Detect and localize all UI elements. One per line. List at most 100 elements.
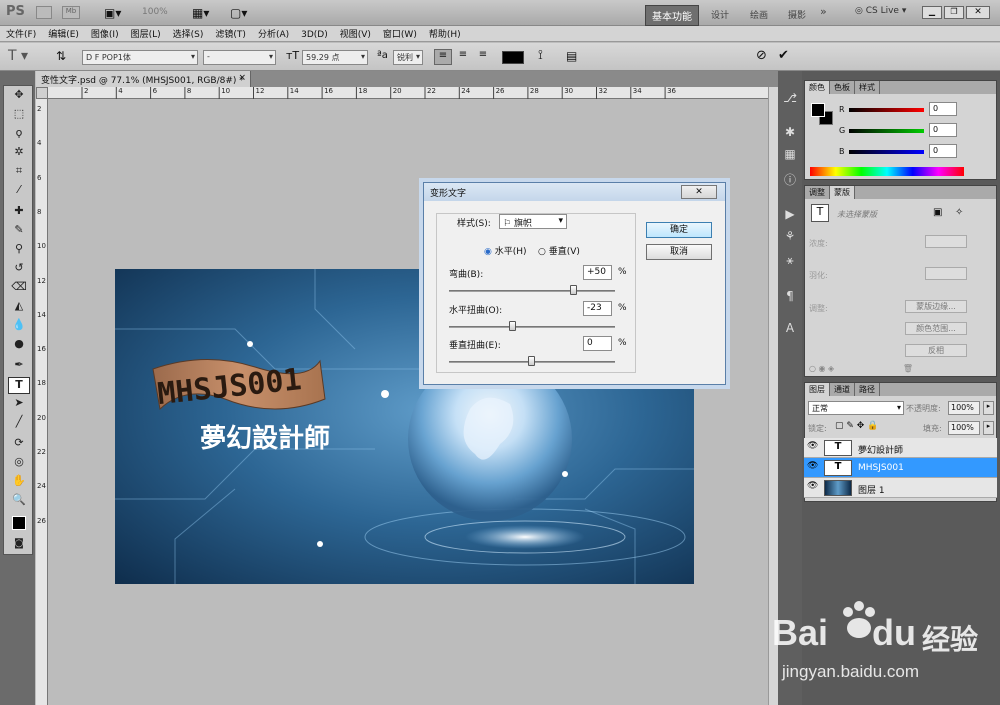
menu-layer[interactable]: 图层(L)	[125, 26, 167, 41]
quick-mask-icon[interactable]: ◙	[8, 538, 30, 555]
antialias-select[interactable]: 锐利 ▾	[393, 50, 423, 65]
vector-mask-icon[interactable]: ✧	[955, 207, 963, 218]
path-select-icon[interactable]: ➤	[8, 396, 30, 413]
info-icon[interactable]: ⓘ	[781, 171, 799, 189]
opacity-input[interactable]: 100%	[948, 401, 980, 415]
bridge-icon[interactable]	[36, 6, 52, 19]
hdist-input[interactable]: -23	[583, 301, 612, 316]
tab-swatches[interactable]: 色板	[830, 81, 855, 94]
opacity-arrow-icon[interactable]: ▸	[983, 401, 994, 415]
horizontal-radio[interactable]: ◉ 水平(H)	[484, 244, 527, 257]
marquee-tool-icon[interactable]: ⬚	[8, 107, 30, 124]
mini-bridge-icon[interactable]: Mb	[62, 6, 80, 19]
type-tool-icon[interactable]: T	[8, 377, 30, 394]
clone-source-icon[interactable]: ⚹	[781, 253, 799, 271]
bend-input[interactable]: +50	[583, 265, 612, 280]
brush-tool-icon[interactable]: ✎	[8, 223, 30, 240]
color-range-button[interactable]: 颜色范围...	[905, 322, 967, 335]
align-center-icon[interactable]: ≡	[454, 49, 472, 65]
menu-3d[interactable]: 3D(D)	[295, 29, 334, 41]
vdist-slider-thumb[interactable]	[528, 356, 535, 366]
eraser-icon[interactable]: ⌫	[8, 280, 30, 297]
fg-color-swatch[interactable]	[811, 103, 825, 117]
cancel-button[interactable]: 取消	[646, 244, 712, 260]
align-right-icon[interactable]: ≡	[474, 49, 492, 65]
menu-image[interactable]: 图像(I)	[85, 26, 125, 41]
3d-rotate-icon[interactable]: ⟳	[8, 436, 30, 453]
zoom-level[interactable]: 100%	[142, 7, 168, 17]
menu-file[interactable]: 文件(F)	[0, 26, 42, 41]
tab-adjustments[interactable]: 调整	[805, 186, 830, 199]
vdist-input[interactable]: 0	[583, 336, 612, 351]
paint-bucket-icon[interactable]: ◭	[8, 299, 30, 316]
feather-input[interactable]	[925, 267, 967, 280]
minimize-icon[interactable]: ▁	[922, 6, 942, 19]
foreground-color-swatch[interactable]	[12, 516, 26, 530]
document-tab[interactable]: 变性文字.psd @ 77.1% (MHSJS001, RGB/8#) * ×	[36, 71, 251, 87]
bend-track[interactable]	[449, 290, 615, 292]
lasso-tool-icon[interactable]: ϙ	[8, 126, 30, 143]
brushes-icon[interactable]: ⚘	[781, 229, 799, 247]
tab-color[interactable]: 颜色	[805, 81, 830, 94]
close-icon[interactable]: ✕	[966, 6, 990, 19]
b-slider[interactable]	[849, 150, 924, 154]
text-color-swatch[interactable]	[502, 51, 524, 64]
invert-button[interactable]: 反相	[905, 344, 967, 357]
eye-icon[interactable]: 👁	[807, 481, 821, 495]
mask-edge-button[interactable]: 蒙版边缘...	[905, 300, 967, 313]
ok-button[interactable]: 确定	[646, 222, 712, 238]
lock-icons[interactable]: ▢ ✎ ✥ 🔒	[835, 421, 878, 431]
g-input[interactable]: 0	[929, 123, 957, 137]
warp-text-icon[interactable]: ⟟	[538, 48, 543, 63]
more-workspaces-icon[interactable]: »	[820, 5, 827, 18]
font-style-select[interactable]: - ▾	[203, 50, 276, 65]
cancel-edit-icon[interactable]: ⊘	[756, 48, 767, 63]
crop-tool-icon[interactable]: ⌗	[8, 164, 30, 181]
menu-filter[interactable]: 滤镜(T)	[209, 26, 252, 41]
tab-channels[interactable]: 通道	[830, 383, 855, 396]
menu-select[interactable]: 选择(S)	[167, 26, 210, 41]
vertical-radio[interactable]: ○ 垂直(V)	[538, 244, 580, 257]
dialog-close-icon[interactable]: ✕	[681, 185, 717, 199]
font-family-select[interactable]: D F POP1体 ▾	[82, 50, 198, 65]
brush-presets-icon[interactable]: ▶	[781, 207, 799, 225]
menu-edit[interactable]: 编辑(E)	[42, 26, 85, 41]
commit-edit-icon[interactable]: ✔	[778, 48, 789, 63]
dialog-titlebar[interactable]: 变形文字	[424, 183, 725, 201]
pen-tool-icon[interactable]: ✒	[8, 358, 30, 375]
menu-view[interactable]: 视图(V)	[334, 26, 377, 41]
healing-brush-icon[interactable]: ✚	[8, 204, 30, 221]
character-panel-icon[interactable]: ▤	[566, 49, 577, 63]
font-size-select[interactable]: 59.29 点 ▾	[302, 50, 368, 65]
navigator-icon[interactable]: ✱	[781, 125, 799, 143]
hand-tool-icon[interactable]: ✋	[8, 474, 30, 491]
bend-slider-thumb[interactable]	[569, 285, 577, 295]
blur-tool-icon[interactable]: 💧	[8, 318, 30, 335]
tab-styles[interactable]: 样式	[855, 81, 880, 94]
menu-analysis[interactable]: 分析(A)	[252, 26, 295, 41]
menu-help[interactable]: 帮助(H)	[423, 26, 467, 41]
type-tool-preset-icon[interactable]: T ▾	[8, 48, 28, 64]
align-left-icon[interactable]: ≡	[434, 49, 452, 65]
style-select[interactable]: ⚐ 旗帜 ▾	[499, 214, 567, 229]
layer-row-title[interactable]: 👁 T 夢幻設計師	[804, 438, 997, 458]
history-brush-icon[interactable]: ↺	[8, 261, 30, 278]
b-input[interactable]: 0	[929, 144, 957, 158]
ruler-origin[interactable]	[36, 87, 48, 99]
r-input[interactable]: 0	[929, 102, 957, 116]
move-tool-icon[interactable]: ✥	[8, 88, 30, 105]
workspace-design[interactable]: 设计	[706, 6, 734, 23]
paragraph-icon[interactable]: ¶	[781, 289, 799, 307]
tab-paths[interactable]: 路径	[855, 383, 880, 396]
tab-layers[interactable]: 图层	[805, 383, 830, 396]
clone-stamp-icon[interactable]: ⚲	[8, 242, 30, 259]
hdist-slider-thumb[interactable]	[508, 321, 516, 331]
restore-icon[interactable]: ❐	[944, 6, 964, 19]
density-input[interactable]	[925, 235, 967, 248]
view-extras-icon[interactable]: ▣▾	[104, 6, 121, 20]
eye-icon[interactable]: 👁	[807, 461, 821, 475]
arrange-docs-icon[interactable]: ▦▾	[192, 6, 209, 20]
history-icon[interactable]: ⎇	[781, 91, 799, 109]
workspace-photography[interactable]: 摄影	[783, 6, 811, 23]
layer-row-image[interactable]: 👁 图层 1	[804, 478, 997, 498]
